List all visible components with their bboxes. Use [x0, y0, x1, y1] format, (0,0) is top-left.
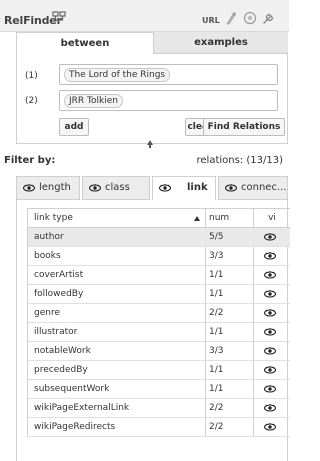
query-panel: (1) The Lord of the Rings (2) JRR Tolkie…	[16, 54, 288, 144]
table-row[interactable]: illustrator 1/1	[28, 323, 290, 342]
eye-icon	[89, 184, 101, 192]
num-cell: 1/1	[209, 289, 224, 299]
entity-chip-2[interactable]: JRR Tolkien	[64, 94, 123, 108]
filter-tab-connectivity[interactable]: connec...	[218, 176, 288, 200]
table-row[interactable]: genre 2/2	[28, 304, 290, 323]
entity-chip-1[interactable]: The Lord of the Rings	[64, 68, 171, 82]
filter-tab-label: link	[187, 182, 208, 193]
num-cell: 1/1	[209, 327, 224, 337]
entity-field-2[interactable]: JRR Tolkien	[59, 90, 278, 111]
table-header: link type num vi	[28, 209, 290, 228]
num-cell: 1/1	[209, 270, 224, 280]
table-row[interactable]: notableWork 3/3	[28, 342, 290, 361]
row-number-1: (1)	[25, 71, 38, 81]
table-row[interactable]: precededBy 1/1	[28, 361, 290, 380]
link-type-cell: followedBy	[34, 289, 84, 299]
eye-icon[interactable]	[264, 365, 276, 375]
relations-count: relations: (13/13)	[196, 155, 283, 166]
filter-tab-link[interactable]: link	[152, 176, 216, 200]
filter-tab-label: connec...	[241, 182, 287, 193]
num-cell: 5/5	[209, 232, 224, 242]
filter-tab-label: class	[105, 182, 130, 193]
eye-icon[interactable]	[264, 270, 276, 280]
header-num[interactable]: num	[209, 209, 253, 227]
num-cell: 2/2	[209, 403, 224, 413]
eye-icon[interactable]	[264, 403, 276, 413]
link-type-cell: books	[34, 251, 61, 261]
eye-icon	[159, 184, 171, 192]
table-row[interactable]: subsequentWork 1/1	[28, 380, 290, 399]
link-type-cell: coverArtist	[34, 270, 84, 280]
num-cell: 1/1	[209, 384, 224, 394]
table-row[interactable]: followedBy 1/1	[28, 285, 290, 304]
num-cell: 2/2	[209, 308, 224, 318]
num-cell: 2/2	[209, 422, 224, 432]
num-cell: 3/3	[209, 346, 224, 356]
wrench-icon[interactable]	[262, 11, 276, 25]
eye-icon[interactable]	[264, 251, 276, 261]
filter-tab-class[interactable]: class	[82, 176, 150, 200]
filter-tab-length[interactable]: length	[16, 176, 80, 200]
header-visibility[interactable]: vi	[257, 209, 287, 227]
link-type-cell: author	[34, 232, 64, 242]
table-row[interactable]: wikiPageRedirects 2/2	[28, 418, 290, 437]
eye-icon[interactable]	[264, 289, 276, 299]
tab-between[interactable]: between	[16, 32, 154, 54]
main-tabs: between examples	[16, 32, 288, 54]
eye-icon[interactable]	[264, 346, 276, 356]
tab-examples[interactable]: examples	[154, 32, 288, 54]
table-row[interactable]: author 5/5	[28, 228, 290, 247]
eye-icon[interactable]	[264, 232, 276, 242]
link-type-cell: subsequentWork	[34, 384, 110, 394]
brush-icon[interactable]	[224, 11, 238, 25]
table-row[interactable]: wikiPageExternalLink 2/2	[28, 399, 290, 418]
help-icon[interactable]	[243, 11, 257, 25]
row-number-2: (2)	[25, 96, 38, 106]
num-cell: 3/3	[209, 251, 224, 261]
eye-icon	[225, 184, 237, 192]
sort-asc-icon	[194, 216, 200, 221]
filter-tabs: length class link connec...	[16, 176, 288, 200]
table-row[interactable]: coverArtist 1/1	[28, 266, 290, 285]
url-button[interactable]: URL	[202, 16, 220, 25]
header-link-type[interactable]: link type	[34, 209, 202, 227]
title-bar: RelFinder URL	[0, 0, 289, 32]
flow-icon	[52, 11, 66, 23]
link-type-cell: wikiPageRedirects	[34, 422, 116, 432]
eye-icon[interactable]	[264, 422, 276, 432]
link-type-cell: precededBy	[34, 365, 88, 375]
find-relations-button[interactable]: Find Relations	[203, 118, 285, 136]
add-button[interactable]: add	[59, 118, 89, 136]
entity-field-1[interactable]: The Lord of the Rings	[59, 64, 278, 85]
table-row[interactable]: books 3/3	[28, 247, 290, 266]
link-type-cell: wikiPageExternalLink	[34, 403, 130, 413]
filter-tab-label: length	[39, 182, 71, 193]
filter-label: Filter by:	[4, 155, 56, 166]
collapse-arrow-stem	[149, 144, 151, 148]
filter-panel: link type num vi author 5/5 books 3/3 coverA…	[16, 200, 290, 461]
eye-icon[interactable]	[264, 327, 276, 337]
link-type-table: link type num vi author 5/5 books 3/3 coverA…	[27, 208, 290, 437]
eye-icon	[23, 184, 35, 192]
link-type-cell: notableWork	[34, 346, 91, 356]
link-type-cell: illustrator	[34, 327, 78, 337]
num-cell: 1/1	[209, 365, 224, 375]
eye-icon[interactable]	[264, 384, 276, 394]
eye-icon[interactable]	[264, 308, 276, 318]
link-type-cell: genre	[34, 308, 60, 318]
table-body: author 5/5 books 3/3 coverArtist 1/1 followedB…	[28, 228, 290, 437]
